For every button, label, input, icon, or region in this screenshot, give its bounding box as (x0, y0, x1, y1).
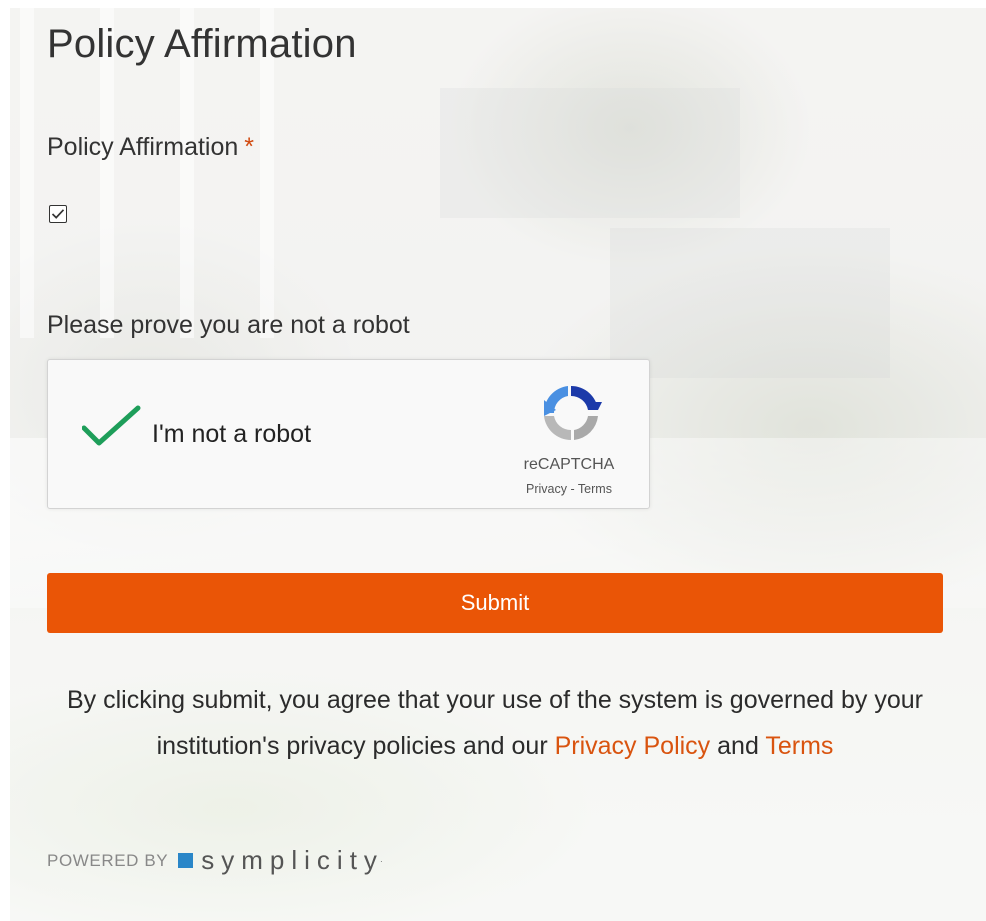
terms-link[interactable]: Terms (765, 732, 833, 760)
recaptcha-checkbox[interactable] (81, 404, 142, 448)
symplicity-logo: symplicity (201, 845, 384, 875)
agreement-text-mid: and (717, 732, 759, 760)
policy-affirmation-label-text: Policy Affirmation (47, 133, 239, 161)
policy-form: Policy Affirmation Policy Affirmation * P… (0, 0, 986, 921)
recaptcha-terms-link[interactable]: Terms (578, 482, 612, 496)
required-indicator: * (244, 133, 255, 161)
green-checkmark-icon (81, 405, 141, 446)
symplicity-logo-square-icon (178, 853, 194, 868)
robot-check-label: Please prove you are not a robot (47, 311, 410, 339)
recaptcha-widget: I'm not a robot reCAPTCHA Privacy - Term… (47, 359, 650, 509)
powered-by-footer: POWERED BY symplicity · (47, 845, 384, 876)
recaptcha-links: Privacy - Terms (504, 482, 634, 496)
privacy-policy-link[interactable]: Privacy Policy (555, 732, 711, 760)
powered-by-label: POWERED BY (47, 850, 169, 870)
policy-affirmation-label: Policy Affirmation * (47, 133, 254, 162)
recaptcha-label: I'm not a robot (152, 420, 312, 448)
recaptcha-brand: reCAPTCHA (523, 456, 615, 473)
checkmark-icon (51, 209, 65, 219)
submit-button[interactable]: Submit (47, 573, 943, 633)
recaptcha-privacy-link[interactable]: Privacy (526, 482, 567, 496)
policy-affirmation-checkbox[interactable] (49, 205, 67, 223)
trademark-mark: · (379, 855, 384, 866)
page-title: Policy Affirmation (47, 22, 357, 66)
recaptcha-link-separator: - (570, 482, 575, 496)
agreement-text: By clicking submit, you agree that your … (47, 677, 943, 769)
recaptcha-logo-icon (538, 380, 604, 446)
